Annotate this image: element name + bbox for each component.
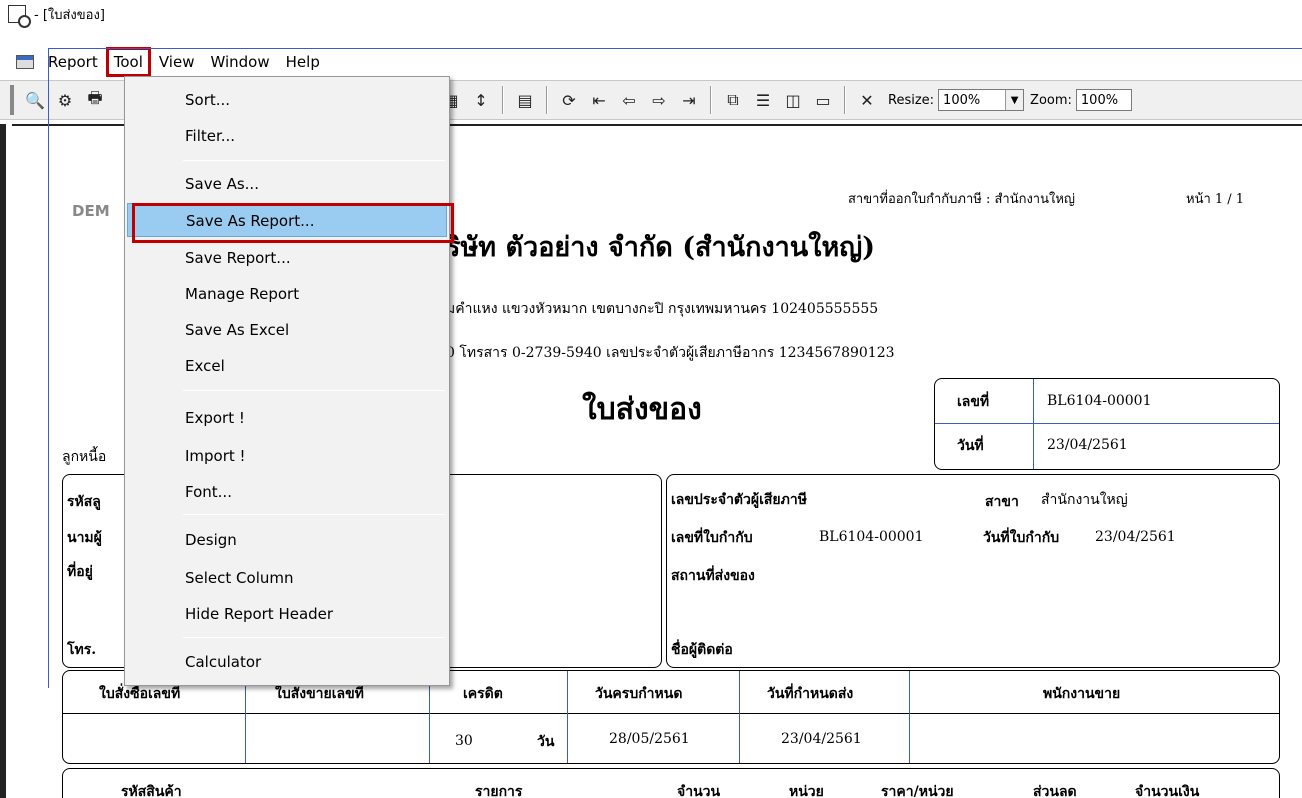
invoice-no-value: BL6104-00001 [819,529,924,545]
doc-no-label: เลขที่ [957,394,990,410]
cust-tel-label: โทร. [67,642,97,658]
item-header-discount: ส่วนลด [1033,784,1077,798]
menu-separator [183,514,445,515]
branch-value: สำนักงานใหญ่ [1041,492,1128,508]
cust-code-label: รหัสลู [67,494,101,510]
contact-label: ชื่อผู้ติดต่อ [671,642,733,658]
item-header-amount: จำนวนเงิน [1135,784,1200,798]
window-control-icon[interactable] [16,55,34,69]
page-number: หน้า 1 / 1 [1186,192,1245,207]
menu-item-excel[interactable]: Excel [127,349,447,383]
menu-item-save-as-report[interactable]: Save As Report... [127,203,454,243]
menu-item-select-column[interactable]: Select Column [127,561,447,595]
header-credit: เครดิต [463,686,503,702]
header-po-no: ใบสั่งซื้อเลขที่ [99,686,181,702]
toolbar-grip[interactable] [10,85,14,115]
tax-id-label: เลขประจำตัวผู้เสียภาษี [671,492,807,508]
credit-days: 30 [455,733,473,749]
menu-separator [183,637,445,638]
menu-item-save-as-excel[interactable]: Save As Excel [127,313,447,347]
cust-address-label: ที่อยู่ [67,564,93,580]
company-address: มคำแหง แขวงหัวหมาก เขตบางกะปิ กรุงเทพมหา… [446,301,879,317]
menu-item-save-report[interactable]: Save Report... [127,241,447,275]
header-delivery-date: วันที่กำหนดส่ง [767,686,854,702]
customer-label: ลูกหนี้อ [62,449,107,465]
menu-separator [183,390,445,391]
company-phone: 0 โทรสาร 0-2739-5940 เลขประจำตัวผู้เสียภ… [446,345,895,361]
menu-item-export[interactable]: Export ! [127,401,447,435]
item-header-desc: รายการ [475,784,523,798]
menu-item-sort[interactable]: Sort... [127,83,447,117]
item-header-code: รหัสสินค้า [121,784,182,798]
branch-label: สาขา [985,494,1019,510]
print-preview-icon [8,5,31,28]
shipping-box: เลขประจำตัวผู้เสียภาษี สาขา สำนักงานใหญ่… [666,474,1280,668]
menu-item-calculator[interactable]: Calculator [127,645,447,679]
demo-watermark: DEM [72,202,110,220]
menu-item-manage-report[interactable]: Manage Report [127,277,447,311]
cust-name-label: นามผู้ [67,530,102,546]
item-header-unit: หน่วย [789,784,824,798]
header-salesperson: พนักงานขาย [1043,686,1121,702]
doc-number-box: เลขที่ BL6104-00001 วันที่ 23/04/2561 [934,378,1280,470]
menu-item-save-as[interactable]: Save As... [127,167,447,201]
invoice-date-value: 23/04/2561 [1095,529,1176,545]
ship-to-label: สถานที่ส่งของ [671,568,755,584]
preview-icon[interactable]: 🔍 [23,88,47,112]
header-so-no: ใบสั่งขายเลขที่ [275,686,364,702]
delivery-date: 23/04/2561 [781,731,862,747]
window-title: - [ใบส่งของ] [34,7,105,23]
invoice-date-label: วันที่ใบกำกับ [983,530,1060,546]
invoice-no-label: เลขที่ใบกำกับ [671,530,753,546]
due-date: 28/05/2561 [609,731,690,747]
title-bar: - [ใบส่งของ] [0,0,1302,28]
menu-item-filter[interactable]: Filter... [127,119,447,153]
menu-separator [183,160,445,161]
menu-item-import[interactable]: Import ! [127,439,447,473]
items-table-header: รหัสสินค้า รายการ จำนวน หน่วย ราคา/หน่วย… [62,768,1280,798]
doc-no-value: BL6104-00001 [1047,393,1152,409]
date-value: 23/04/2561 [1047,437,1128,453]
header-due-date: วันครบกำหนด [595,686,683,702]
company-name: ริษัท ตัวอย่าง จำกัด (สำนักงานใหญ่) [446,232,876,263]
branch-issue: สาขาที่ออกใบกำกับภาษี : สำนักงานใหญ่ [848,192,1075,207]
menu-item-hide-report-header[interactable]: Hide Report Header [127,597,447,631]
item-header-qty: จำนวน [677,784,721,798]
document-title: ใบส่งของ [582,392,702,427]
menu-item-design[interactable]: Design [127,523,447,557]
item-header-price: ราคา/หน่วย [881,784,954,798]
tool-menu-dropdown: Sort... Filter... Save As... Save As Rep… [124,76,454,686]
menu-item-font[interactable]: Font... [127,475,447,509]
credit-unit: วัน [537,734,555,750]
date-label: วันที่ [957,438,984,454]
